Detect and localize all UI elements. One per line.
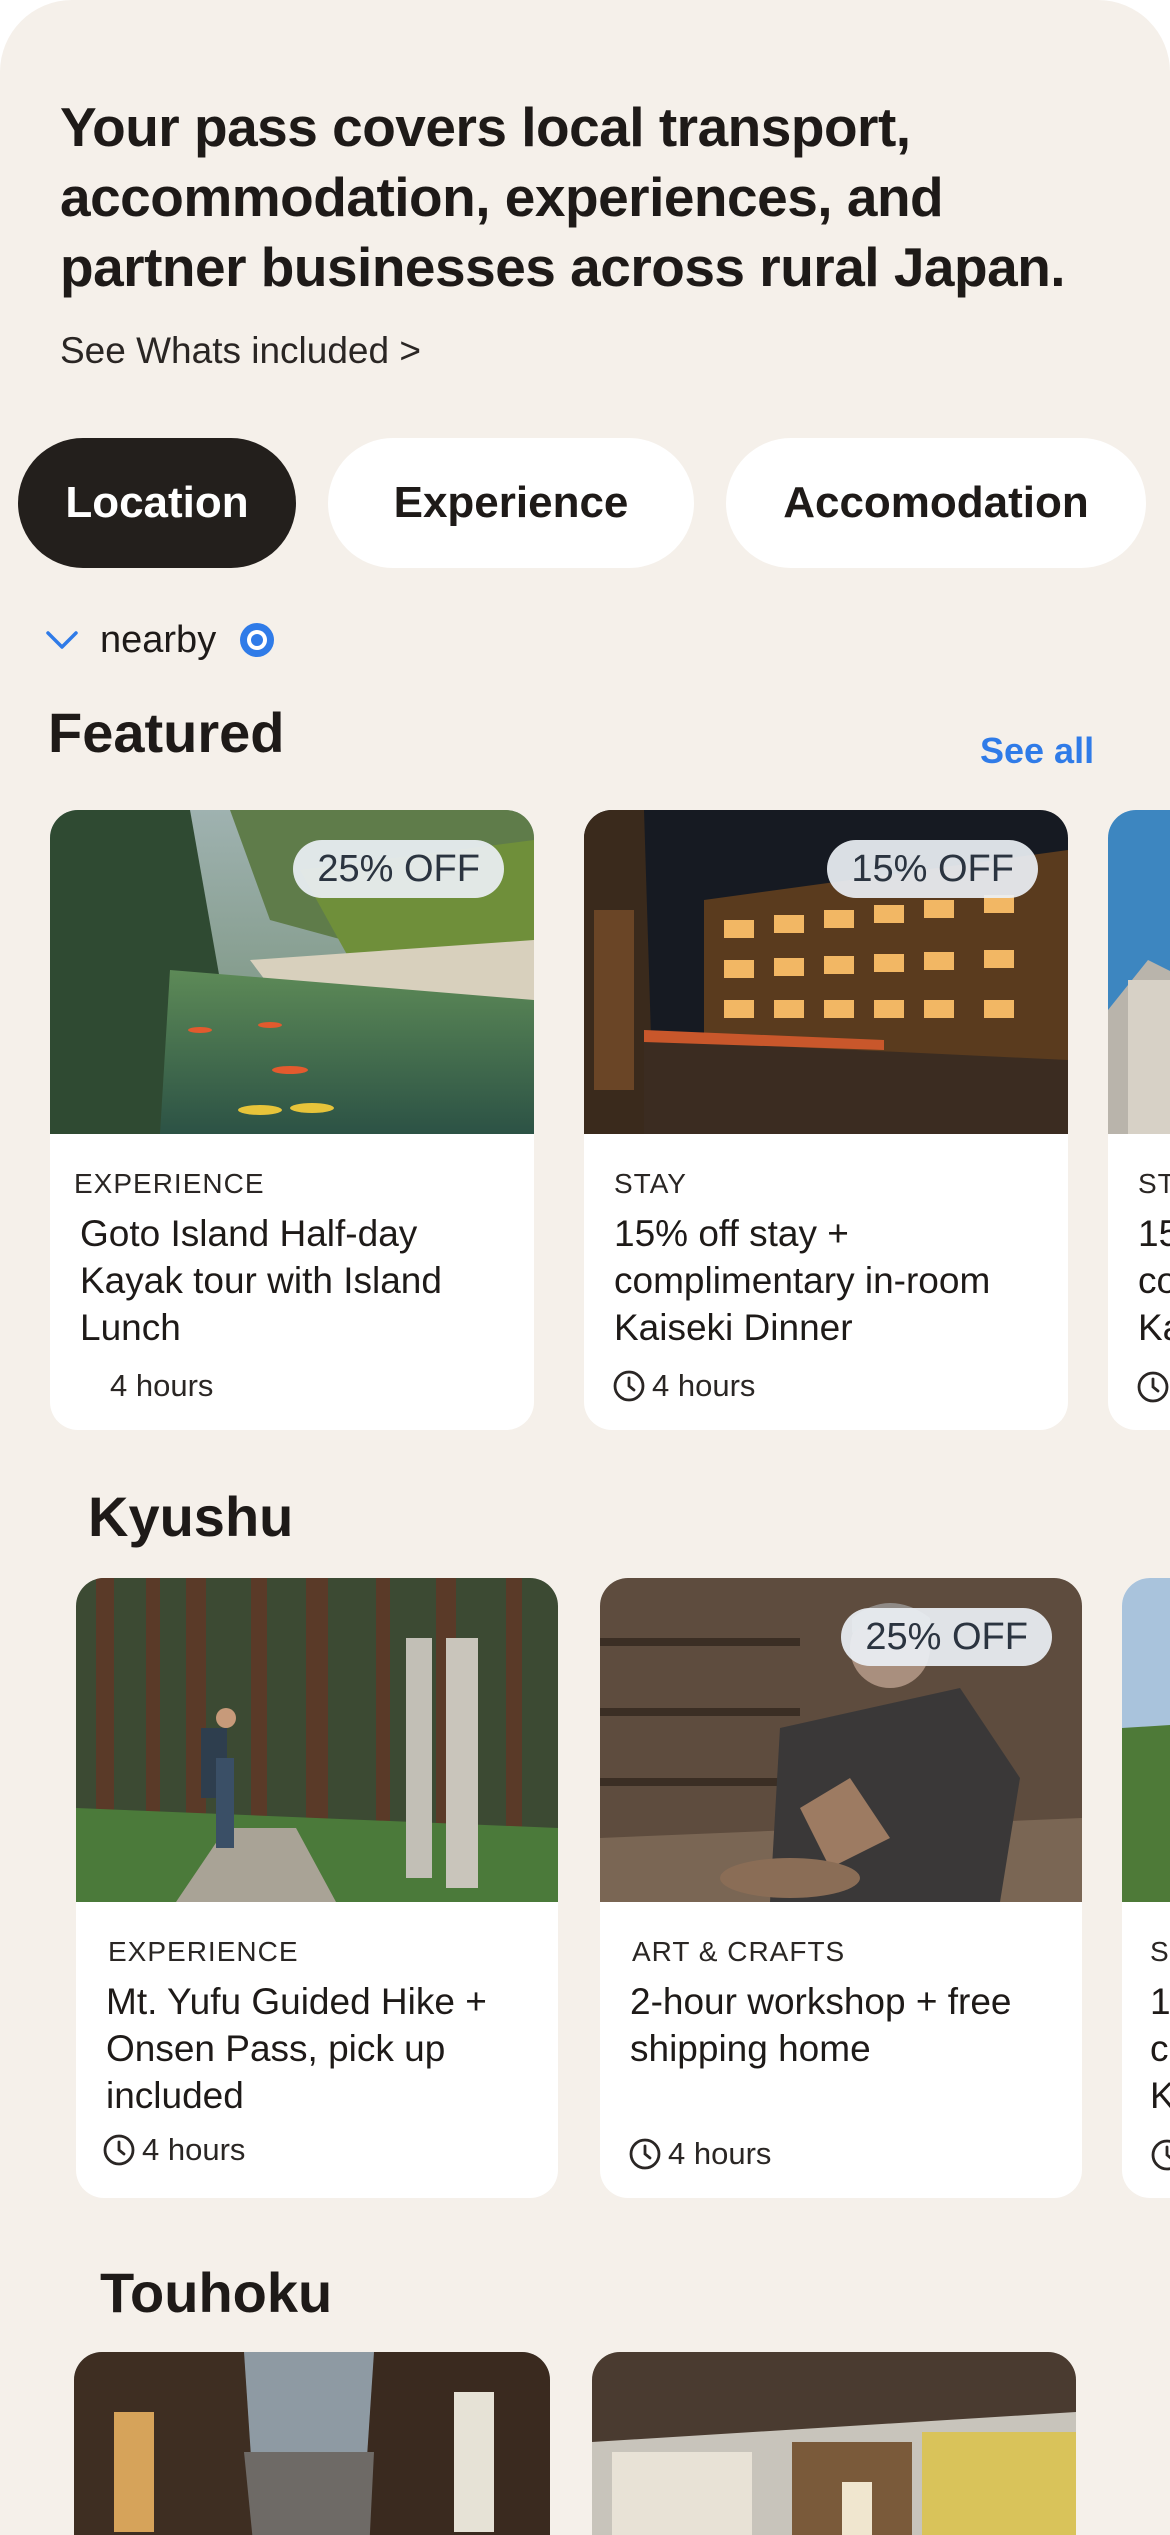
featured-card[interactable]: ST 15 co Ka — [1108, 810, 1170, 1430]
headline: Your pass covers local transport, accomm… — [60, 96, 1066, 298]
clock-icon — [1151, 2139, 1170, 2171]
nearby-label: nearby — [100, 618, 217, 661]
duration-label: 4 hours — [110, 1368, 214, 1403]
kyushu-card[interactable]: 25% OFF ART & CRAFTS 2-hour workshop + f… — [600, 1578, 1082, 2198]
clock-icon — [103, 2134, 135, 2166]
chip-accomodation[interactable]: Accomodation — [726, 438, 1146, 568]
discount-badge: 25% OFF — [293, 840, 504, 898]
card-category: STAY — [614, 1168, 687, 1199]
section-title-kyushu: Kyushu — [88, 1485, 294, 1548]
see-whats-included-link[interactable]: See Whats included > — [60, 330, 421, 372]
card-title: Mt. Yufu Guided Hike + Onsen Pass, pick … — [106, 1981, 487, 2116]
village-photo — [1122, 1578, 1170, 1902]
card-category: EXPERIENCE — [108, 1936, 299, 1967]
old-street-photo — [74, 2352, 550, 2535]
touhoku-card[interactable] — [592, 2352, 1076, 2535]
nearby-filter[interactable]: nearby — [42, 612, 276, 668]
card-category: EXPERIENCE — [74, 1168, 265, 1199]
featured-card[interactable]: 25% OFF EXPERIENCE Goto Island Half-day … — [50, 810, 534, 1430]
forest-hike-photo — [76, 1578, 558, 1902]
duration-label: 4 hours — [668, 2136, 772, 2171]
chip-experience[interactable]: Experience — [328, 438, 694, 568]
card-category: S — [1150, 1936, 1170, 1967]
section-title-featured: Featured — [48, 701, 285, 764]
kyushu-card[interactable]: EXPERIENCE Mt. Yufu Guided Hike + Onsen … — [76, 1578, 558, 2198]
card-duration: 4 hours — [628, 2136, 771, 2172]
kyushu-card[interactable]: S 1 c K — [1122, 1578, 1170, 2198]
clock-icon — [629, 2138, 661, 2170]
clock-icon — [1137, 1371, 1169, 1403]
chevron-down-icon[interactable] — [42, 620, 82, 660]
card-duration: 4 hours — [612, 1368, 755, 1404]
location-dot-icon — [240, 623, 275, 657]
lantern-street-photo — [592, 2352, 1076, 2535]
card-duration — [1136, 1370, 1170, 1404]
castle-photo — [1108, 810, 1170, 1134]
card-category: ST — [1138, 1168, 1170, 1199]
screen: Your pass covers local transport, accomm… — [0, 0, 1170, 2535]
card-category: ART & CRAFTS — [632, 1936, 846, 1967]
card-title: 2-hour workshop + free shipping home — [630, 1981, 1012, 2069]
discount-badge: 15% OFF — [827, 840, 1038, 898]
section-title-touhoku: Touhoku — [100, 2261, 333, 2324]
see-all-link[interactable]: See all — [980, 730, 1094, 772]
touhoku-card[interactable] — [74, 2352, 550, 2535]
card-duration — [1150, 2138, 1170, 2172]
card-title: 15% off stay + complimentary in-room Kai… — [614, 1213, 991, 1348]
discount-badge: 25% OFF — [841, 1608, 1052, 1666]
card-duration: 4 hours — [102, 2132, 245, 2168]
featured-card[interactable]: 15% OFF STAY 15% off stay + complimentar… — [584, 810, 1068, 1430]
card-title: 15 co Ka — [1138, 1213, 1170, 1348]
chip-location[interactable]: Location — [18, 438, 296, 568]
clock-icon — [613, 1370, 645, 1402]
duration-label: 4 hours — [652, 1368, 756, 1403]
duration-label: 4 hours — [142, 2132, 246, 2167]
card-title: 1 c K — [1150, 1981, 1170, 2116]
card-title: Goto Island Half-day Kayak tour with Isl… — [80, 1213, 442, 1348]
card-duration: 4 hours — [110, 1368, 213, 1404]
